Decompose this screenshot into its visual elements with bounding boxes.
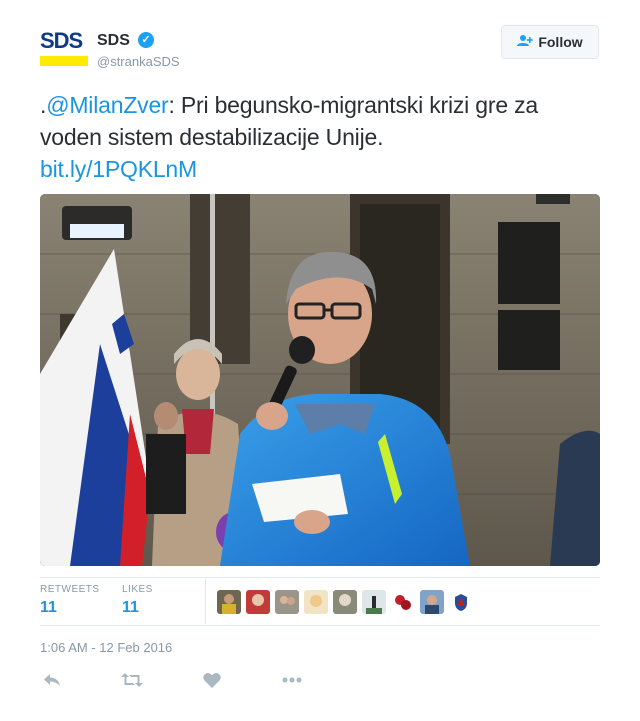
verified-badge-icon: ✓: [138, 32, 154, 48]
stats-separator: [205, 578, 206, 624]
liker-avatar[interactable]: [275, 590, 299, 614]
likes-label: LIKES: [122, 584, 153, 595]
like-icon[interactable]: [200, 670, 224, 690]
short-link[interactable]: bit.ly/1PQKLnM: [40, 156, 197, 182]
follow-button[interactable]: Follow: [501, 25, 599, 59]
stats-bottom-divider: [40, 625, 600, 626]
add-user-icon: [517, 34, 534, 50]
retweet-icon[interactable]: [120, 670, 144, 690]
liker-avatar[interactable]: [391, 590, 415, 614]
retweets-label: RETWEETS: [40, 584, 100, 595]
retweets-count[interactable]: 11: [40, 599, 57, 617]
liker-avatar[interactable]: [362, 590, 386, 614]
tweet-timestamp[interactable]: 1:06 AM - 12 Feb 2016: [40, 640, 172, 655]
tweet-actions: [40, 670, 340, 690]
liker-avatar[interactable]: [449, 590, 473, 614]
photo-illustration: [40, 194, 600, 566]
likes-count[interactable]: 11: [122, 599, 139, 617]
liker-avatars: [217, 590, 473, 614]
stats-top-divider: [40, 577, 600, 578]
account-avatar[interactable]: SDS: [40, 28, 88, 68]
reply-icon[interactable]: [40, 670, 64, 690]
tweet-text: .@MilanZver: Pri begunsko-migrantski kri…: [40, 89, 600, 185]
logo-text: SDS: [40, 28, 88, 54]
account-handle[interactable]: @strankaSDS: [97, 54, 180, 69]
liker-avatar[interactable]: [304, 590, 328, 614]
follow-label: Follow: [538, 34, 583, 50]
tweet-card: SDS SDS ✓ @strankaSDS Follow .@MilanZver…: [0, 0, 640, 721]
liker-avatar[interactable]: [246, 590, 270, 614]
more-icon[interactable]: [280, 670, 304, 690]
liker-avatar[interactable]: [333, 590, 357, 614]
tweet-photo[interactable]: [40, 194, 600, 566]
mention-link[interactable]: @MilanZver: [46, 92, 169, 118]
liker-avatar[interactable]: [217, 590, 241, 614]
account-name[interactable]: SDS: [97, 32, 130, 50]
liker-avatar[interactable]: [420, 590, 444, 614]
logo-yellow-bar: [40, 56, 88, 66]
